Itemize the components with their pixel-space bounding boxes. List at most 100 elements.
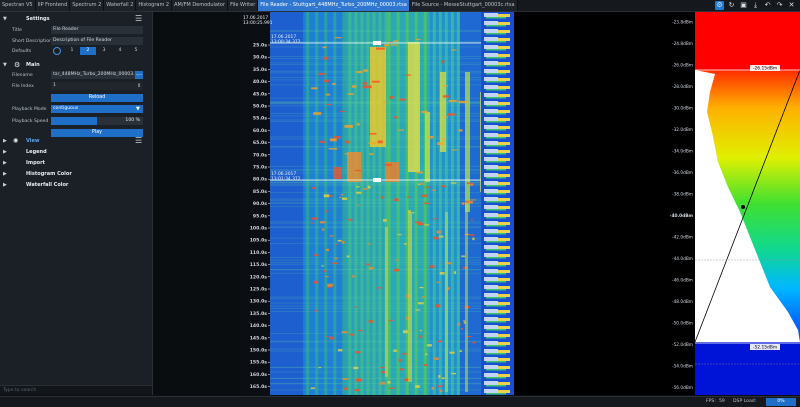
signal-burst [460,327,464,330]
redo-icon[interactable]: ↷ [775,1,784,10]
signal-burst [441,60,445,64]
signal-burst [326,103,332,105]
signal-burst [318,72,325,76]
noise-band [270,371,481,373]
filename-input[interactable]: tar_448MHz_Turbo_200MHz_00003.rtsa [51,71,135,79]
tab-4[interactable]: Histogram 2 [136,0,173,11]
settings-icon[interactable]: ⚙ [715,1,724,10]
spectrum-peak [498,334,510,337]
signal-burst [344,153,349,155]
signal-trace [465,202,468,392]
playback-speed-slider[interactable]: 100 % [51,117,143,125]
save-icon[interactable]: ▣ [739,1,748,10]
expand-arrow-icon[interactable]: ▶ [3,171,7,177]
tab-7[interactable]: File Reader - Stuttgart_448MHz_Turbo_200… [258,0,410,11]
refresh-icon[interactable]: ↻ [727,1,736,10]
signal-burst [341,331,348,334]
section-import[interactable]: Import [26,160,45,166]
defaults-option-5[interactable]: 5 [128,47,144,55]
noise-band [270,201,481,203]
tab-0[interactable]: Spectran V5 [0,0,36,11]
spectrum-peak [486,329,506,331]
spectrum-peak [486,17,506,19]
file-index-input[interactable]: 1 [51,82,143,90]
spectrum-peak [486,241,506,243]
noise-band [270,184,481,186]
signal-burst [367,185,371,189]
menu-icon[interactable]: ☰ [135,136,142,145]
section-legend[interactable]: Legend [26,149,47,155]
defaults-option-4[interactable]: 4 [112,47,128,55]
spin-icon[interactable]: ⇕ [137,83,141,89]
section-view[interactable]: View [26,138,40,144]
playback-speed-label: Playback Speed [12,119,49,124]
expand-arrow-icon[interactable]: ▶ [3,149,7,155]
signal-burst [402,353,407,355]
sidebar-search-input[interactable]: Type to search [0,385,152,395]
noise-band [270,192,481,194]
defaults-option-2[interactable]: 2 [80,47,96,55]
spectrum-peak [498,206,510,209]
signal-burst [380,366,385,369]
collapse-arrow-icon[interactable]: ▼ [3,62,7,68]
tab-8[interactable]: File Source - MesseStuttgart_00003c.rtsa [409,0,518,11]
signal-burst [432,218,438,220]
play-button[interactable]: Play [51,129,143,137]
tab-3[interactable]: Waterfall 2 [104,0,137,11]
signal-burst [342,378,348,380]
restore-icon[interactable]: ⤓ [751,1,760,10]
expand-arrow-icon[interactable]: ▶ [3,138,7,144]
playback-mode-select[interactable]: contiguous [51,105,143,113]
close-icon[interactable]: ✕ [787,1,796,10]
expand-arrow-icon[interactable]: ▶ [3,182,7,188]
noise-band [270,298,481,300]
section-waterfall-color[interactable]: Waterfall Color [26,182,68,188]
spectrum-peak [498,278,510,281]
spectrum-peak [498,190,510,193]
short-description-input[interactable]: Description of File Reader [51,37,143,45]
signal-burst [384,44,389,47]
main-section-title[interactable]: Main [26,62,40,68]
signal-burst [415,385,420,389]
menu-icon[interactable]: ☰ [135,14,142,23]
noise-band [270,305,481,307]
tab-5[interactable]: AM/FM Demodulator [172,0,229,11]
waterfall-tick-label: 55.0s [253,116,267,122]
tab-6[interactable]: File Writer [228,0,259,11]
collapse-arrow-icon[interactable]: ▼ [3,16,7,22]
defaults-option-3[interactable]: 3 [96,47,112,55]
settings-section-title[interactable]: Settings [26,16,50,22]
noise-band [270,257,481,259]
tab-2[interactable]: Spectrum 2 [70,0,105,11]
spectrum-peak [486,289,506,291]
defaults-reset-icon[interactable] [53,47,61,55]
signal-burst [431,189,436,191]
signal-burst [355,378,362,382]
spectrum-peak [498,382,510,385]
spectrum-peak [498,126,510,129]
status-bar: FPS: 59 DSP Load: 0% [0,396,800,407]
spectrum-peak [498,366,510,369]
browse-button[interactable]: … [135,71,143,79]
spectrum-peak [486,361,506,363]
tab-1[interactable]: IIP Frontend [35,0,71,11]
spectrum-peak [498,78,510,81]
spectrum-peak [484,205,498,209]
signal-burst [421,194,427,197]
noise-band [270,307,481,309]
section-histogram-color[interactable]: Histogram Color [26,171,72,177]
signal-burst [344,124,353,128]
spectrum-peak [484,101,498,105]
defaults-option-1[interactable]: 1 [64,47,80,55]
signal-burst [341,240,345,244]
undo-icon[interactable]: ↶ [763,1,772,10]
histogram-panel[interactable]: -26.15dBm -52.15dBm -23.8dBm -24.8dBm -26.0d… [670,12,800,395]
expand-arrow-icon[interactable]: ▶ [3,160,7,166]
spectrum-peak [498,262,510,265]
timestamp-time: 13:00:34.372 [271,39,301,45]
reload-button[interactable]: Reload [51,94,143,102]
title-input[interactable]: File Reader [51,26,143,34]
waterfall-plot[interactable]: 25.0s 30.0s 35.0s 40.0s 45.0s 50.0s 55.0s 60.0s… [240,12,514,395]
signal-burst [424,224,430,226]
timestamp-time: 13:00:25.991 [243,20,273,26]
